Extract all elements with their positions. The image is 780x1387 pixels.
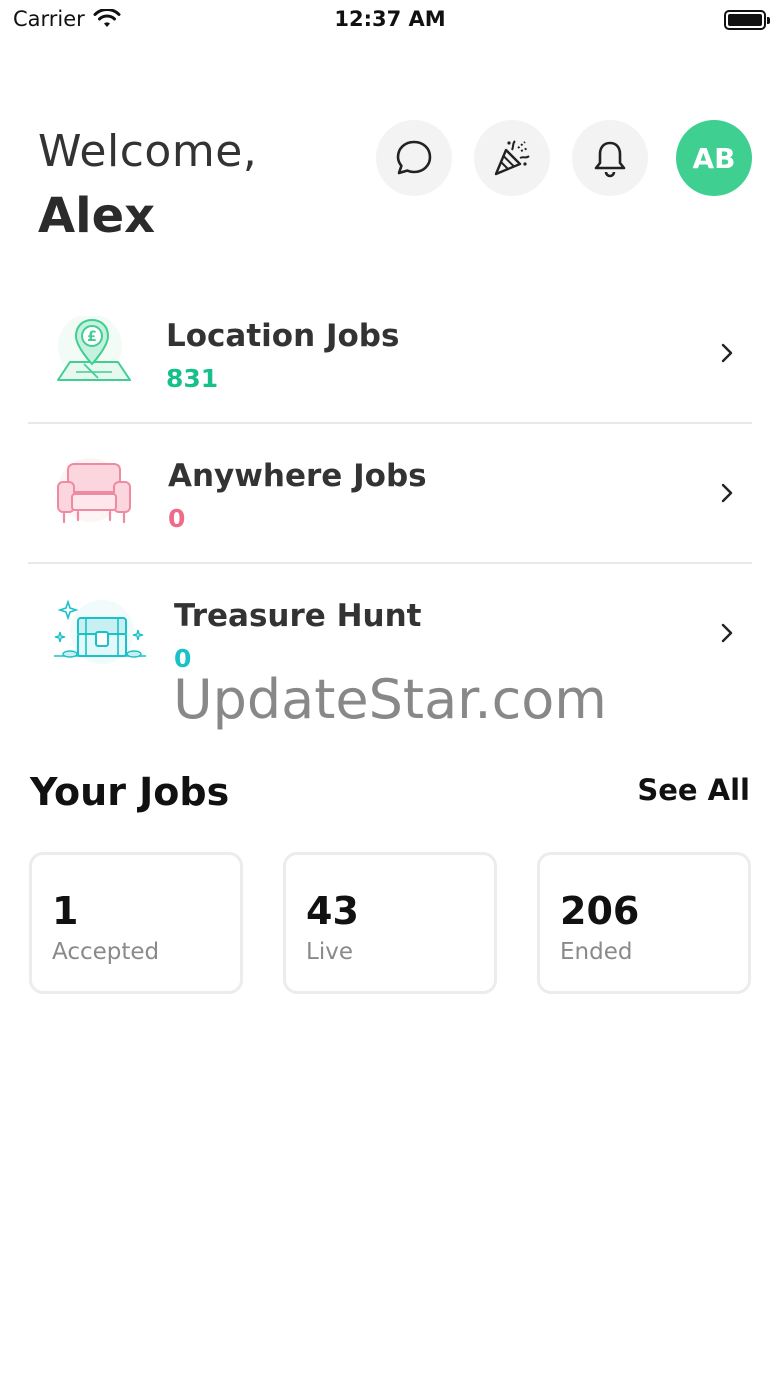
avatar[interactable]: AB <box>676 120 752 196</box>
category-count: 831 <box>166 364 219 393</box>
welcome-text: Welcome, <box>38 126 258 177</box>
clock: 12:37 AM <box>334 7 446 31</box>
ended-jobs-card[interactable]: 206 Ended <box>537 852 751 994</box>
location-jobs-row[interactable]: £ Location Jobs 831 <box>28 284 752 424</box>
accepted-jobs-card[interactable]: 1 Accepted <box>29 852 243 994</box>
treasure-chest-icon <box>54 599 146 664</box>
svg-text:£: £ <box>87 329 97 345</box>
status-bar: Carrier 12:37 AM <box>0 0 780 40</box>
stat-value: 1 <box>52 889 79 933</box>
celebration-button[interactable] <box>474 120 550 196</box>
bell-icon <box>594 141 626 178</box>
category-title: Treasure Hunt <box>174 598 422 634</box>
stat-label: Accepted <box>52 939 160 965</box>
see-all-link[interactable]: See All <box>637 773 750 807</box>
stat-label: Live <box>306 939 353 965</box>
battery-icon <box>724 10 770 30</box>
chevron-right-icon <box>721 623 733 643</box>
live-jobs-card[interactable]: 43 Live <box>283 852 497 994</box>
stat-value: 43 <box>306 889 359 933</box>
chat-button[interactable] <box>376 120 452 196</box>
anywhere-jobs-row[interactable]: Anywhere Jobs 0 <box>28 424 752 564</box>
stat-label: Ended <box>560 939 633 965</box>
location-pin-pound-icon: £ <box>57 316 131 381</box>
category-title: Location Jobs <box>166 318 400 354</box>
chat-icon <box>396 140 432 175</box>
category-title: Anywhere Jobs <box>168 458 427 494</box>
chevron-right-icon <box>721 483 733 503</box>
party-popper-icon <box>494 140 530 176</box>
stat-value: 206 <box>560 889 640 933</box>
chevron-right-icon <box>721 343 733 363</box>
armchair-icon <box>57 458 131 524</box>
your-jobs-heading: Your Jobs <box>30 770 230 814</box>
user-name: Alex <box>38 188 156 244</box>
category-count: 0 <box>168 504 186 533</box>
watermark: UpdateStar.com <box>173 668 607 731</box>
notifications-button[interactable] <box>572 120 648 196</box>
